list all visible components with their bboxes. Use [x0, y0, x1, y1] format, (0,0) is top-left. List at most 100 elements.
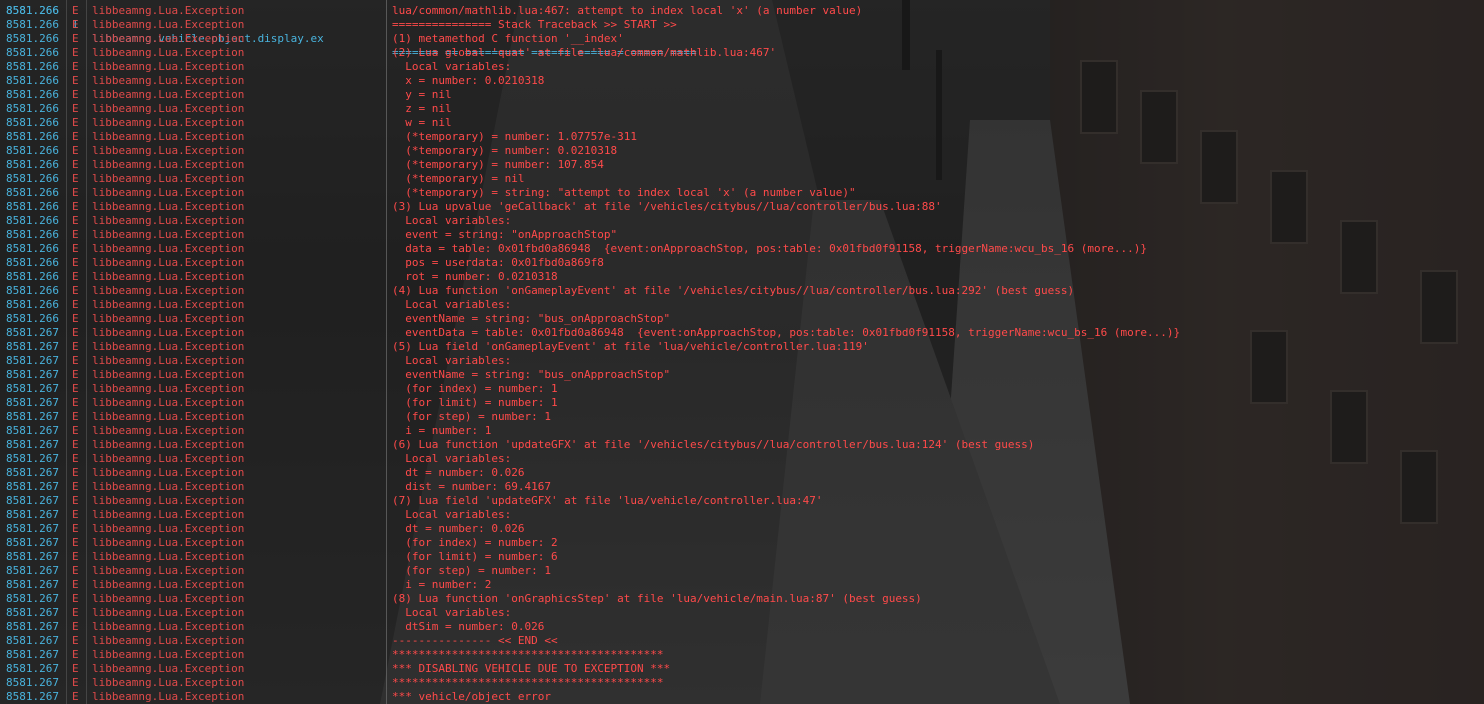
log-level: E: [72, 564, 79, 577]
log-timestamp: 8581.267: [6, 508, 59, 521]
log-level: E: [72, 592, 79, 605]
log-row: 8581.267 Elibbeamng.Lua.Exception dt = nu…: [0, 466, 1484, 480]
log-message: Local variables:: [392, 508, 512, 521]
log-message: lua/common/mathlib.lua:467: attempt to i…: [392, 4, 863, 17]
log-origin: libbeamng.Lua.Exception: [92, 354, 245, 367]
log-row: 8581.267 Elibbeamng.Lua.Exception Local v…: [0, 606, 1484, 620]
log-timestamp: 8581.267: [6, 592, 59, 605]
log-row: 8581.266 Elibbeamng.Lua.Exception z = nil: [0, 102, 1484, 116]
log-row: 8581.266 Elibbeamng.Lua.Exception event =…: [0, 228, 1484, 242]
log-row: 8581.267 Elibbeamng.Lua.Exception eventNa…: [0, 368, 1484, 382]
log-message: ****************************************…: [392, 676, 664, 689]
log-level: E: [72, 144, 79, 157]
log-level: E: [72, 620, 79, 633]
log-origin: libbeamng.Lua.Exception: [92, 382, 245, 395]
log-level: E: [72, 158, 79, 171]
log-timestamp: 8581.267: [6, 452, 59, 465]
log-level: E: [72, 368, 79, 381]
log-level: E: [72, 494, 79, 507]
log-timestamp: 8581.266: [6, 74, 59, 87]
log-row: 8581.266 Elibbeamng.Lua.Exception lua/comm…: [0, 4, 1484, 18]
log-message: i = number: 1: [392, 424, 492, 437]
log-timestamp: 8581.267: [6, 550, 59, 563]
log-origin: libbeamng.Lua.Exception: [92, 88, 245, 101]
log-timestamp: 8581.267: [6, 648, 59, 661]
log-row: 8581.266 Elibbeamng.Lua.Exception (*tempo…: [0, 158, 1484, 172]
log-row: 8581.267 Elibbeamng.Lua.Exception ********…: [0, 648, 1484, 662]
log-origin: libbeamng.Lua.Exception: [92, 410, 245, 423]
log-message: (5) Lua field 'onGameplayEvent' at file …: [392, 340, 869, 353]
log-origin: libbeamng.Lua.Exception: [92, 186, 245, 199]
log-timestamp: 8581.266: [6, 256, 59, 269]
log-timestamp: 8581.266: [6, 214, 59, 227]
log-row: 8581.267 Elibbeamng.Lua.Exception *** vehi…: [0, 690, 1484, 704]
log-origin: libbeamng.Lua.Exception: [92, 340, 245, 353]
log-message: ****************************************…: [392, 648, 664, 661]
log-message: --------------- << END <<: [392, 634, 558, 647]
log-message: Local variables:: [392, 606, 512, 619]
log-row: 8581.267 Elibbeamng.Lua.Exception i = num…: [0, 578, 1484, 592]
log-origin: libbeamng.Lua.Exception: [92, 550, 245, 563]
log-timestamp: 8581.266: [6, 116, 59, 129]
log-message: (7) Lua field 'updateGFX' at file 'lua/v…: [392, 494, 823, 507]
log-origin: libbeamng.Lua.Exception: [92, 172, 245, 185]
log-row: 8581.267 Elibbeamng.Lua.Exception (8) Lua …: [0, 592, 1484, 606]
log-origin: libbeamng.Lua.Exception: [92, 158, 245, 171]
log-timestamp: 8581.266: [6, 144, 59, 157]
log-row: 8581.266 Elibbeamng.Lua.Exception Local v…: [0, 214, 1484, 228]
log-level: E: [72, 662, 79, 675]
log-origin: libbeamng.Lua.Exception: [92, 46, 245, 59]
log-row: 8581.267 Elibbeamng.Lua.Exception (5) Lua …: [0, 340, 1484, 354]
log-origin: libbeamng.Lua.Exception: [92, 144, 245, 157]
log-origin: libbeamng.Lua.Exception: [92, 536, 245, 549]
log-level: E: [72, 424, 79, 437]
log-row: 8581.267 Elibbeamng.Lua.Exception (6) Lua …: [0, 438, 1484, 452]
log-level: E: [72, 200, 79, 213]
log-level: E: [72, 522, 79, 535]
log-level: E: [72, 172, 79, 185]
log-timestamp: 8581.267: [6, 438, 59, 451]
log-timestamp: 8581.267: [6, 368, 59, 381]
log-timestamp: 8581.267: [6, 326, 59, 339]
log-level: E: [72, 4, 79, 17]
log-message: (*temporary) = number: 1.07757e-311: [392, 130, 638, 143]
log-row: 8581.267 Elibbeamng.Lua.Exception *** DISA…: [0, 662, 1484, 676]
log-level: E: [72, 242, 79, 255]
log-row: 8581.267 Elibbeamng.Lua.Exception (for li…: [0, 550, 1484, 564]
log-row: 8581.267 Elibbeamng.Lua.Exception ********…: [0, 676, 1484, 690]
log-message: eventName = string: "bus_onApproachStop": [392, 312, 671, 325]
log-timestamp: 8581.267: [6, 494, 59, 507]
log-level: E: [72, 312, 79, 325]
console-log[interactable]: 8581.266 I libbeamng.vehicle.object.disp…: [0, 0, 1484, 704]
log-row: 8581.266 Elibbeamng.Lua.Exception (4) Lua …: [0, 284, 1484, 298]
log-timestamp: 8581.266: [6, 200, 59, 213]
log-timestamp: 8581.267: [6, 662, 59, 675]
game-viewport: 8581.266 I libbeamng.vehicle.object.disp…: [0, 0, 1484, 704]
log-timestamp: 8581.266: [6, 186, 59, 199]
log-level: E: [72, 326, 79, 339]
log-origin: libbeamng.Lua.Exception: [92, 312, 245, 325]
log-row: 8581.267 Elibbeamng.Lua.Exception (for st…: [0, 564, 1484, 578]
log-level: E: [72, 60, 79, 73]
log-message: Local variables:: [392, 354, 512, 367]
log-origin: libbeamng.Lua.Exception: [92, 60, 245, 73]
log-row: 8581.267 Elibbeamng.Lua.Exception --------…: [0, 634, 1484, 648]
log-timestamp: 8581.266: [6, 88, 59, 101]
log-message: pos = userdata: 0x01fbd0a869f8: [392, 256, 604, 269]
log-message: *** vehicle/object error: [392, 690, 551, 703]
log-row: 8581.266 Elibbeamng.Lua.Exception y = nil: [0, 88, 1484, 102]
log-origin: libbeamng.Lua.Exception: [92, 424, 245, 437]
log-row: 8581.266 Elibbeamng.Lua.Exception (*tempo…: [0, 130, 1484, 144]
log-timestamp: 8581.267: [6, 396, 59, 409]
log-level: E: [72, 130, 79, 143]
log-message: eventData = table: 0x01fbd0a86948 {event…: [392, 326, 1181, 339]
log-row: 8581.267 Elibbeamng.Lua.Exception (for li…: [0, 396, 1484, 410]
log-message: event = string: "onApproachStop": [392, 228, 618, 241]
log-level: E: [72, 690, 79, 703]
log-origin: libbeamng.Lua.Exception: [92, 466, 245, 479]
log-row: 8581.267 Elibbeamng.Lua.Exception i = num…: [0, 424, 1484, 438]
log-level: E: [72, 536, 79, 549]
log-message: y = nil: [392, 88, 452, 101]
log-timestamp: 8581.266: [6, 228, 59, 241]
log-origin: libbeamng.Lua.Exception: [92, 396, 245, 409]
